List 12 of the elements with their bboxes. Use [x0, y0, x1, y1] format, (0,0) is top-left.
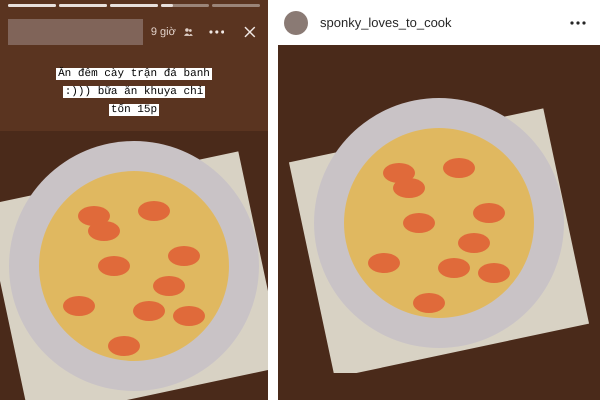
people-icon	[184, 28, 193, 36]
username[interactable]: sponky_loves_to_cook	[320, 12, 452, 32]
story-caption: Ăn đêm cày trận đá banh :))) bữa ăn khuya chỉ tốn 15p	[55, 66, 213, 118]
post-time: 9 giờ	[150, 24, 176, 40]
story-progress-bar	[110, 4, 158, 7]
more-icon[interactable]	[570, 20, 586, 24]
more-icon[interactable]	[208, 30, 224, 34]
close-icon[interactable]	[244, 26, 256, 38]
story-progress-bar	[161, 4, 209, 7]
story-progress-bar	[8, 4, 56, 7]
avatar	[284, 10, 308, 34]
story-progress-bar	[59, 4, 107, 7]
